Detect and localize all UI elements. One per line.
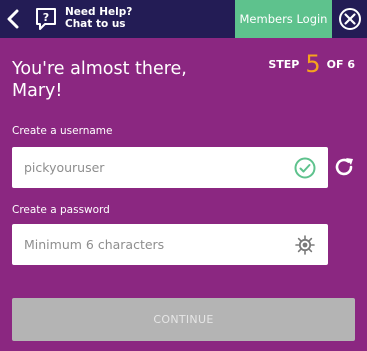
check-circle-icon: [294, 157, 316, 179]
username-label: Create a username: [12, 125, 113, 137]
heading-line-2: Mary!: [12, 81, 63, 101]
refresh-icon[interactable]: [332, 155, 356, 179]
help-line-1: Need Help?: [65, 6, 133, 18]
heading-line-1: You're almost there,: [12, 59, 187, 79]
members-login-button[interactable]: Members Login: [235, 0, 332, 38]
close-icon[interactable]: [338, 7, 362, 31]
step-prefix: STEP: [268, 57, 300, 71]
continue-button[interactable]: CONTINUE: [12, 298, 355, 341]
help-line-2: Chat to us: [65, 18, 126, 30]
svg-text:?: ?: [43, 11, 49, 24]
password-input[interactable]: [24, 237, 274, 252]
username-field-container: [12, 147, 328, 188]
back-button[interactable]: [4, 6, 22, 32]
page-heading: You're almost there, Mary!: [12, 58, 232, 102]
chat-help-icon[interactable]: ?: [35, 7, 57, 31]
step-indicator: STEP 5 OF 6: [268, 50, 355, 78]
step-current: 5: [305, 50, 321, 78]
password-field-container: [12, 224, 328, 265]
back-arrow-icon: [7, 9, 19, 29]
username-input[interactable]: [24, 160, 274, 175]
eye-icon[interactable]: [294, 234, 316, 256]
chat-help-link[interactable]: Need Help? Chat to us: [65, 6, 132, 30]
step-suffix: OF 6: [326, 57, 355, 71]
password-label: Create a password: [12, 204, 110, 216]
top-bar: ? Need Help? Chat to us Members Login: [0, 0, 367, 38]
